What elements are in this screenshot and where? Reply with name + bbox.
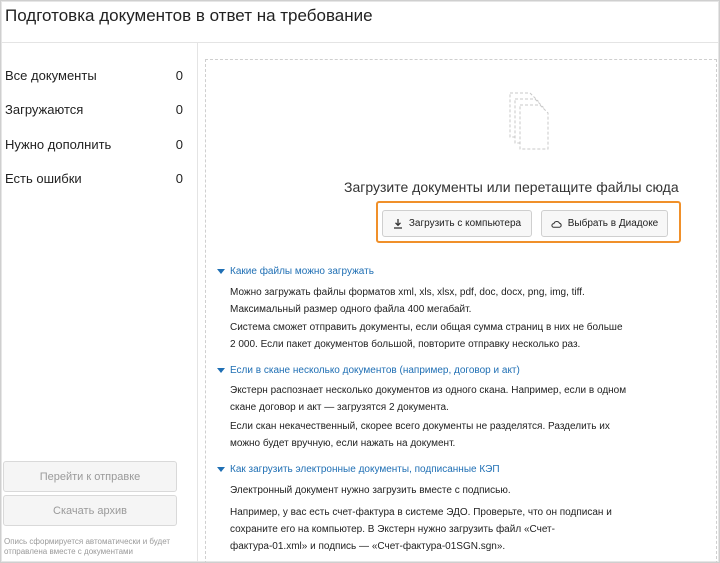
expand-triangle-icon [217,368,225,373]
sidebar-item-uploading[interactable]: Загружаются 0 [5,98,183,120]
section-paragraph: Система сможет отправить документы, если… [230,322,623,350]
section-paragraph: Электронный документ нужно загрузить вме… [230,485,511,496]
section-paragraph: Экстерн распознает несколько документов … [230,385,627,413]
window: Подготовка документов в ответ на требова… [0,0,720,563]
sidebar-item-label: Нужно дополнить [5,136,112,152]
diadoc-button-label: Выбрать в Диадоке [567,218,659,229]
go-to-send-button[interactable]: Перейти к отправке [3,461,177,492]
sidebar-item-needs-completion[interactable]: Нужно дополнить 0 [5,133,183,155]
expand-triangle-icon [217,467,225,472]
upload-button-label: Загрузить с компьютера [408,218,522,229]
sidebar-item-label: Все документы [5,67,97,83]
sidebar-item-count: 0 [175,136,183,152]
sidebar-item-count: 0 [175,101,183,117]
sidebar-item-count: 0 [175,170,183,186]
cloud-icon [551,220,562,228]
documents-icon [509,92,549,150]
section-heading: Какие файлы можно загружать [230,266,374,277]
sidebar: Все документы 0 Загружаются 0 Нужно допо… [1,43,198,562]
download-archive-button[interactable]: Скачать архив [3,495,177,526]
section-heading: Как загрузить электронные документы, под… [230,464,500,475]
sidebar-item-label: Загружаются [5,101,84,117]
page-title: Подготовка документов в ответ на требова… [5,6,373,25]
section-paragraph: Если скан некачественный, скорее всего д… [230,421,610,449]
section-paragraph: Например, у вас есть счет-фактура в сист… [230,507,612,552]
sidebar-item-label: Есть ошибки [5,170,82,186]
sidebar-item-all[interactable]: Все документы 0 [5,64,183,86]
section-header-signed-docs[interactable]: Как загрузить электронные документы, под… [217,464,500,475]
sidebar-item-errors[interactable]: Есть ошибки 0 [5,167,183,189]
download-icon [393,218,402,229]
expand-triangle-icon [217,269,225,274]
section-header-allowed-files[interactable]: Какие файлы можно загружать [217,266,374,277]
drop-zone-title: Загрузите документы или перетащите файлы… [344,179,679,195]
select-in-diadoc-button[interactable]: Выбрать в Диадоке [541,210,668,237]
section-header-multi-doc-scan[interactable]: Если в скане несколько документов (напри… [217,365,520,376]
section-heading: Если в скане несколько документов (напри… [230,365,520,376]
inventory-note: Опись сформируется автоматически и будет… [4,537,171,556]
sidebar-item-count: 0 [175,67,183,83]
upload-from-computer-button[interactable]: Загрузить с компьютера [382,210,532,237]
section-paragraph: Можно загружать файлы форматов xml, xls,… [230,287,585,315]
